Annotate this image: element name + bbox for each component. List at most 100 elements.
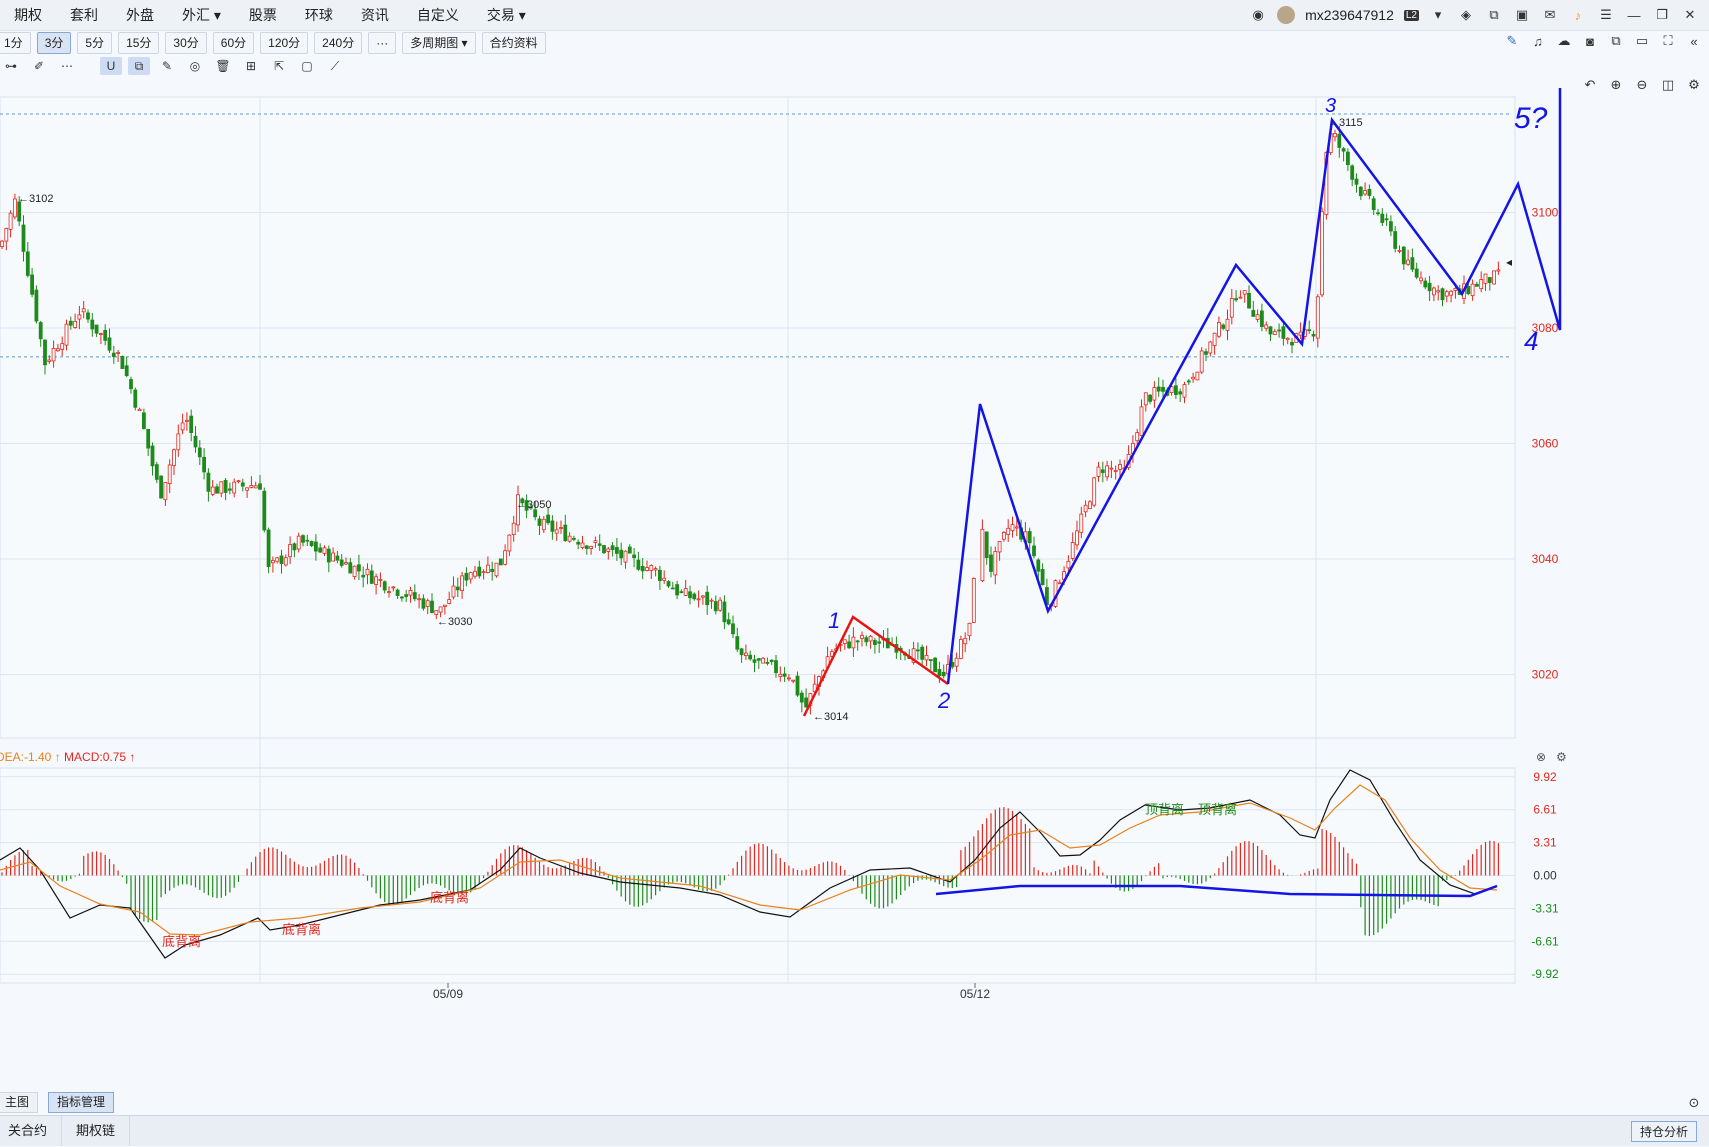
divergence-label-1: 底背离 bbox=[282, 922, 321, 937]
chevron-down-icon[interactable]: ▾ bbox=[1429, 6, 1447, 24]
candle-body bbox=[60, 343, 65, 350]
period-button-2[interactable]: 5分 bbox=[77, 32, 113, 54]
bottom-tab-0[interactable]: 关合约 bbox=[0, 1116, 63, 1146]
minimize-icon[interactable]: — bbox=[1625, 6, 1643, 24]
period-button-1[interactable]: 3分 bbox=[36, 32, 72, 54]
position-analysis-button[interactable]: 持仓分析 bbox=[1630, 1121, 1697, 1142]
chart-area[interactable]: 310030803060304030209.926.613.310.00-3.3… bbox=[0, 80, 1709, 1092]
magnet-icon[interactable]: U bbox=[100, 57, 122, 75]
restore-icon[interactable]: ❐ bbox=[1653, 6, 1671, 24]
candle-body bbox=[1174, 385, 1178, 396]
candle-body bbox=[1006, 527, 1011, 535]
candle-body bbox=[1453, 288, 1458, 291]
screen-icon[interactable]: ▭ bbox=[1633, 32, 1651, 50]
candle-body bbox=[352, 565, 357, 577]
candle-body bbox=[68, 320, 73, 326]
cloud-icon[interactable]: ☁ bbox=[1555, 32, 1573, 50]
camera-icon[interactable]: ◙ bbox=[1581, 32, 1599, 50]
candle-body bbox=[460, 575, 465, 591]
candle-body bbox=[477, 566, 482, 577]
bottom-tabs: 关合约 期权链 bbox=[0, 1116, 131, 1146]
candle-body bbox=[296, 535, 301, 550]
multi-period-button[interactable]: 多周期图 ▾ bbox=[402, 32, 476, 54]
candle-body bbox=[25, 251, 30, 276]
video-icon[interactable]: ▣ bbox=[1513, 6, 1531, 24]
menu-item-1[interactable]: 套利 bbox=[56, 0, 112, 30]
copy-icon[interactable]: ⧉ bbox=[1607, 32, 1625, 50]
brush-icon[interactable]: ✐ bbox=[28, 57, 50, 75]
more-periods-button[interactable]: ··· bbox=[368, 32, 397, 54]
candle-body bbox=[1285, 337, 1290, 341]
period-button-6[interactable]: 120分 bbox=[260, 32, 309, 54]
menu-item-5[interactable]: 环球 bbox=[291, 0, 347, 30]
share-icon[interactable]: ⇱ bbox=[268, 57, 290, 75]
candle-body bbox=[344, 562, 348, 565]
candle-body bbox=[1320, 211, 1324, 296]
menu-item-6[interactable]: 资讯 bbox=[347, 0, 403, 30]
candle-body bbox=[219, 481, 224, 494]
candle-body bbox=[283, 557, 288, 566]
contract-info-button[interactable]: 合约资料 bbox=[481, 32, 546, 54]
candle-body bbox=[1135, 432, 1140, 442]
menu-icon[interactable]: ☰ bbox=[1597, 6, 1615, 24]
line-tool-icon[interactable]: ⊶ bbox=[0, 57, 22, 75]
external-icon[interactable]: ⧉ bbox=[1485, 6, 1503, 24]
vr-glasses-icon[interactable]: ◉ bbox=[1249, 6, 1267, 24]
candle-body bbox=[369, 570, 374, 584]
menu-item-4[interactable]: 股票 bbox=[235, 0, 291, 30]
menu-item-0[interactable]: 期权 bbox=[0, 0, 56, 30]
candle-body bbox=[12, 198, 17, 218]
collapse-icon[interactable]: « bbox=[1685, 32, 1703, 50]
edit-icon[interactable]: ✎ bbox=[156, 57, 178, 75]
username[interactable]: mx239647912 bbox=[1305, 7, 1394, 23]
candle-body bbox=[189, 415, 194, 433]
candle-body bbox=[1384, 218, 1389, 221]
close-icon[interactable]: ✕ bbox=[1681, 6, 1699, 24]
candle-body bbox=[1070, 542, 1075, 559]
pen-icon[interactable]: ✎ bbox=[1503, 32, 1521, 50]
menu-item-7[interactable]: 自定义 bbox=[403, 0, 473, 30]
mail-icon[interactable]: ✉ bbox=[1541, 6, 1559, 24]
alarm-icon[interactable]: ♫ bbox=[1529, 32, 1547, 50]
menu-item-8[interactable]: 交易 ▾ bbox=[473, 0, 540, 30]
period-button-3[interactable]: 15分 bbox=[118, 32, 160, 54]
candle-body bbox=[627, 546, 632, 554]
ruler-icon[interactable]: ⟋ bbox=[324, 57, 346, 75]
eye-icon[interactable]: ◎ bbox=[184, 57, 206, 75]
overlap-icon[interactable]: ⧉ bbox=[128, 57, 150, 75]
more-tools-icon[interactable]: ⋯ bbox=[56, 57, 78, 75]
layers-icon[interactable]: ◈ bbox=[1457, 6, 1475, 24]
candle-body bbox=[1479, 279, 1484, 290]
candle-body bbox=[481, 571, 486, 574]
candle-body bbox=[313, 541, 318, 552]
candle-body bbox=[1075, 530, 1079, 546]
candle-body bbox=[1088, 501, 1092, 510]
main-chart-button[interactable]: 主图 bbox=[0, 1092, 39, 1113]
period-button-0[interactable]: 1分 bbox=[0, 32, 31, 54]
candle-body bbox=[1083, 504, 1088, 513]
candle-body bbox=[1105, 465, 1109, 478]
candle-body bbox=[842, 639, 847, 644]
candle-body bbox=[584, 545, 589, 549]
location-icon[interactable]: ⊙ bbox=[1685, 1094, 1703, 1112]
menu-item-3[interactable]: 外汇 ▾ bbox=[168, 0, 235, 30]
price-annotation-1: ←3050 bbox=[516, 499, 551, 511]
grid-icon[interactable]: ⊞ bbox=[240, 57, 262, 75]
indicator-manage-button[interactable]: 指标管理 bbox=[48, 1092, 115, 1113]
candle-body bbox=[632, 554, 636, 559]
candle-body bbox=[404, 594, 409, 597]
trash-icon[interactable]: 🗑 bbox=[212, 57, 234, 75]
candle-body bbox=[1401, 246, 1406, 265]
candle-body bbox=[38, 322, 43, 340]
period-button-7[interactable]: 240分 bbox=[314, 32, 363, 54]
period-button-4[interactable]: 30分 bbox=[165, 32, 207, 54]
bell-icon[interactable]: ♪ bbox=[1569, 6, 1587, 24]
candle-body bbox=[993, 551, 998, 576]
candle-body bbox=[412, 592, 417, 600]
fullscreen-icon[interactable]: ⛶ bbox=[1659, 32, 1677, 50]
avatar[interactable] bbox=[1277, 6, 1296, 24]
period-button-5[interactable]: 60分 bbox=[212, 32, 255, 54]
comment-icon[interactable]: ▢ bbox=[296, 57, 318, 75]
menu-item-2[interactable]: 外盘 bbox=[112, 0, 168, 30]
bottom-tab-1[interactable]: 期权链 bbox=[62, 1116, 131, 1146]
